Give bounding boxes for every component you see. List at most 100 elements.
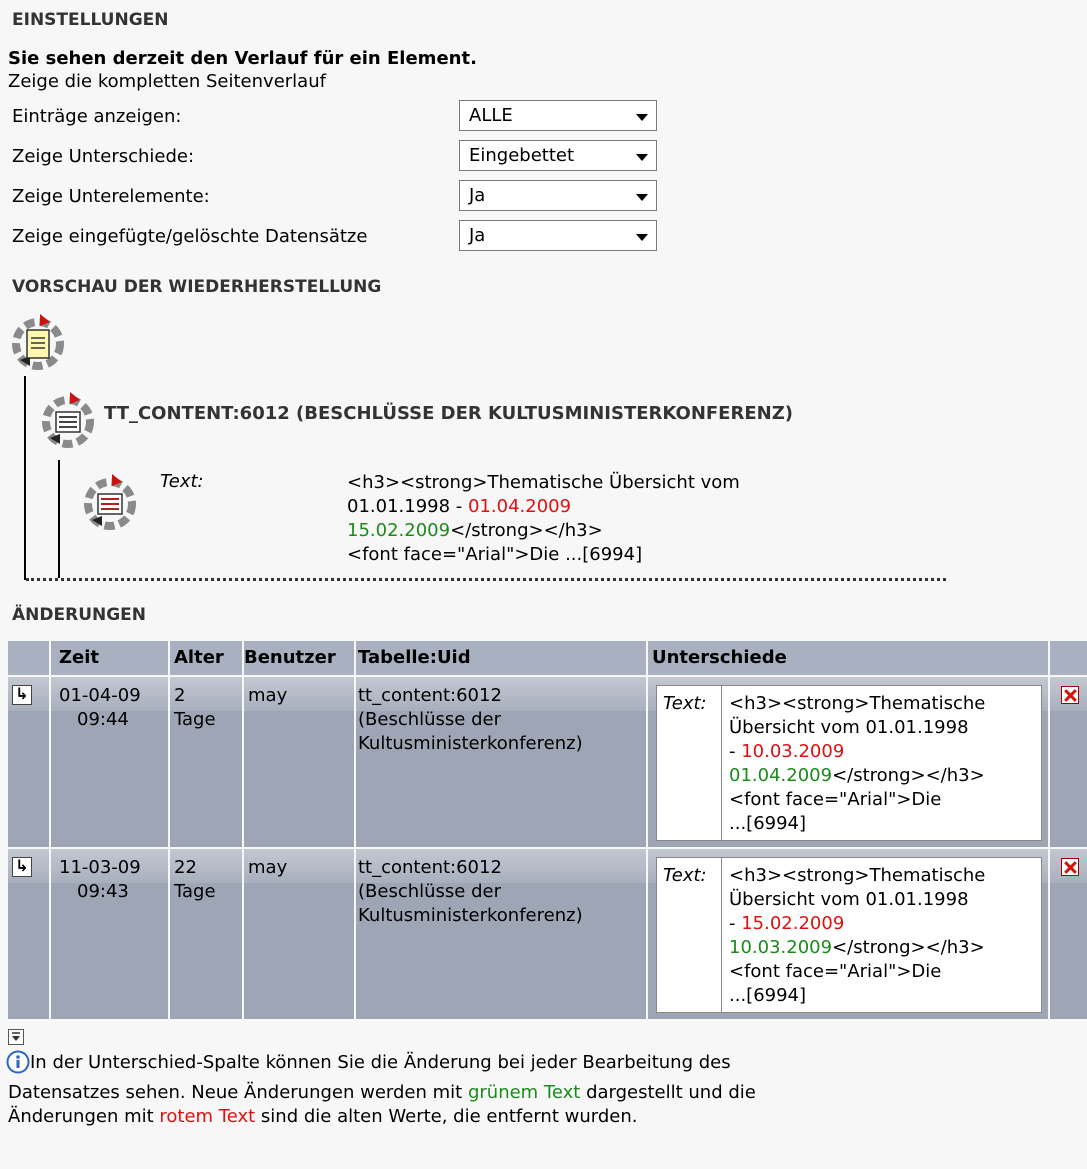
age-unit: Tage: [174, 881, 216, 902]
time-cell: 11-03-09 09:43: [51, 849, 168, 1019]
preview-text: </strong></h3>: [450, 520, 603, 541]
delete-icon[interactable]: [1061, 686, 1079, 704]
diff-line: Übersicht vom 01.01.1998: [729, 717, 969, 738]
tree-line: [26, 578, 946, 581]
help-toggle-icon[interactable]: [8, 1029, 24, 1045]
record-title-text: Kultusministerkonferenz): [358, 905, 583, 926]
diff-text-part: </strong></h3>: [832, 765, 985, 786]
diff-box: Text: <h3><strong>Thematische Übersicht …: [656, 685, 1042, 841]
inserted-deleted-select[interactable]: Ja: [459, 220, 657, 251]
table-uid-cell: tt_content:6012 (Beschlüsse der Kultusmini…: [356, 677, 646, 847]
preview-new-value: 15.02.2009: [347, 520, 451, 541]
diff-mode-select-value: Eingebettet: [469, 145, 575, 166]
uid: tt_content:6012: [358, 685, 502, 706]
preview-text: 01.01.1998 -: [347, 496, 468, 517]
diff-line: ...[6994]: [729, 985, 807, 1006]
full-page-history-link[interactable]: Zeige die kompletten Seitenverlauf: [8, 71, 326, 92]
preview-field-value: <h3><strong>Thematische Übersicht vom 01…: [347, 471, 740, 567]
preview-old-value: 01.04.2009: [468, 496, 572, 517]
age-cell: 2 Tage: [170, 677, 242, 847]
help-text: sind die alten Werte, die entfernt wurde…: [255, 1106, 638, 1127]
diff-line: <font face="Arial">Die: [729, 961, 942, 982]
help-line-3: Änderungen mit rotem Text sind die alten…: [8, 1105, 637, 1129]
rollback-button[interactable]: ↳: [12, 857, 32, 877]
record-title-text: (Beschlüsse der: [358, 709, 501, 730]
diff-mode-select[interactable]: Eingebettet: [459, 140, 657, 171]
history-info-title: Sie sehen derzeit den Verlauf für ein El…: [8, 48, 477, 69]
inserted-deleted-select-value: Ja: [469, 225, 486, 246]
age-cell: 22 Tage: [170, 849, 242, 1019]
time-date: 11-03-09: [59, 857, 141, 878]
record-history-icon: [42, 392, 94, 448]
table-uid-cell: tt_content:6012 (Beschlüsse der Kultusmini…: [356, 849, 646, 1019]
help-text: dargestellt und die: [580, 1082, 756, 1103]
settings-heading: EINSTELLUNGEN: [12, 10, 169, 30]
diff-text: <h3><strong>Thematische Übersicht vom 01…: [729, 692, 1037, 836]
uid: tt_content:6012: [358, 857, 502, 878]
record-title-text: Kultusministerkonferenz): [358, 733, 583, 754]
info-icon: [6, 1050, 30, 1074]
diff-field-label: Text:: [663, 865, 707, 886]
diff-new-value: 01.04.2009: [729, 765, 833, 786]
diff-old-value: 10.03.2009: [741, 741, 845, 762]
preview-line: <font face="Arial">Die ...[6994]: [347, 544, 643, 565]
diff-line: <font face="Arial">Die: [729, 789, 942, 810]
time-clock: 09:43: [77, 881, 129, 902]
user-cell: may: [244, 849, 354, 1019]
diff-text-part: -: [729, 741, 742, 762]
entries-label: Einträge anzeigen:: [12, 106, 182, 127]
tree-line: [24, 376, 26, 580]
preview-line: 01.01.1998 - 01.04.2009: [347, 495, 740, 519]
delete-icon[interactable]: [1061, 858, 1079, 876]
subelements-select-value: Ja: [469, 185, 486, 206]
preview-heading: VORSCHAU DER WIEDERHERSTELLUNG: [12, 277, 382, 297]
record-title-text: (Beschlüsse der: [358, 881, 501, 902]
help-line-2: Datensatzes sehen. Neue Änderungen werde…: [8, 1081, 756, 1105]
age-unit: Tage: [174, 709, 216, 730]
changes-heading: ÄNDERUNGEN: [12, 605, 147, 625]
diff-new-value: 10.03.2009: [729, 937, 833, 958]
rollback-button[interactable]: ↳: [12, 685, 32, 705]
time-clock: 09:44: [77, 709, 129, 730]
chevron-down-icon: [636, 194, 648, 201]
subelements-select[interactable]: Ja: [459, 180, 657, 211]
table-header-tabelle-uid: Tabelle:Uid: [356, 641, 646, 675]
age-value: 22: [174, 857, 197, 878]
table-header-cell: [8, 641, 49, 675]
inserted-deleted-label: Zeige eingefügte/gelöschte Datensätze: [12, 226, 368, 247]
divider: [721, 858, 722, 1012]
help-green-text: grünem Text: [467, 1082, 581, 1103]
user-cell: may: [244, 677, 354, 847]
diff-line: ...[6994]: [729, 813, 807, 834]
diff-text-part: -: [729, 913, 742, 934]
entries-select[interactable]: ALLE: [459, 100, 657, 131]
diff-line: <h3><strong>Thematische: [729, 865, 986, 886]
help-text: Änderungen mit: [8, 1106, 160, 1127]
divider: [721, 686, 722, 840]
chevron-down-icon: [636, 114, 648, 121]
chevron-down-icon: [636, 234, 648, 241]
table-header-cell: [1050, 641, 1087, 675]
table-header-benutzer: Benutzer: [244, 641, 354, 675]
field-history-icon: [84, 474, 136, 530]
diff-line: Übersicht vom 01.01.1998: [729, 889, 969, 910]
diff-box: Text: <h3><strong>Thematische Übersicht …: [656, 857, 1042, 1013]
page-history-icon: [12, 314, 64, 370]
record-title: TT_CONTENT:6012 (BESCHLÜSSE DER KULTUSMI…: [104, 403, 793, 424]
diff-line: 01.04.2009</strong></h3>: [729, 764, 1037, 788]
preview-line: 15.02.2009</strong></h3>: [347, 519, 740, 543]
table-header-unterschiede: Unterschiede: [648, 641, 1048, 675]
help-red-text: rotem Text: [159, 1106, 256, 1127]
preview-line: <h3><strong>Thematische Übersicht vom: [347, 472, 740, 493]
diff-line: 10.03.2009</strong></h3>: [729, 936, 1037, 960]
diff-line: - 15.02.2009: [729, 912, 1037, 936]
time-cell: 01-04-09 09:44: [51, 677, 168, 847]
diff-field-label: Text:: [663, 693, 707, 714]
table-header-zeit: Zeit: [51, 641, 168, 675]
diff-mode-label: Zeige Unterschiede:: [12, 146, 195, 167]
preview-field-label: Text:: [160, 471, 204, 492]
diff-text-part: </strong></h3>: [832, 937, 985, 958]
diff-old-value: 15.02.2009: [741, 913, 845, 934]
help-line-1: In der Unterschied-Spalte können Sie die…: [30, 1052, 731, 1073]
table-header-alter: Alter: [170, 641, 242, 675]
